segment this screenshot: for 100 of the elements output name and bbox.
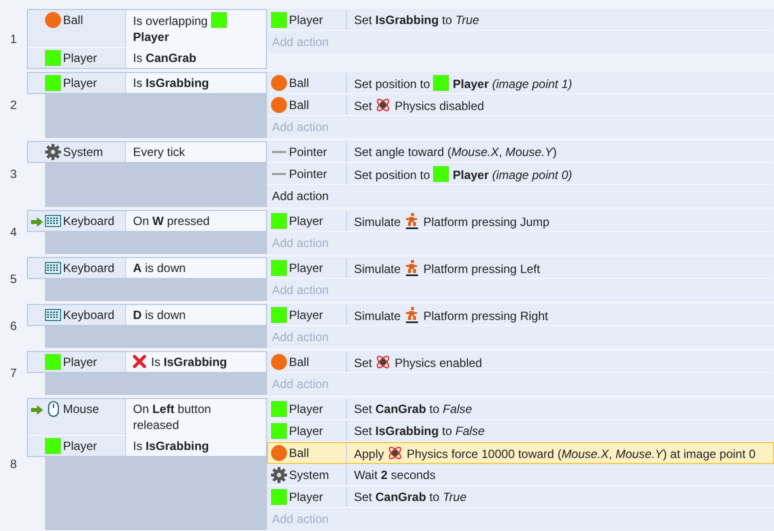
line-icon bbox=[272, 173, 286, 175]
object-name: Player bbox=[289, 307, 324, 323]
condition-text: D is down bbox=[133, 308, 186, 322]
object-name: Player bbox=[289, 401, 324, 417]
action-text: Set Physics enabled bbox=[354, 356, 482, 370]
action-text: Set Physics disabled bbox=[354, 99, 484, 113]
action-text: Set IsGrabbing to True bbox=[354, 13, 480, 27]
ball-icon bbox=[271, 354, 287, 370]
object-name: Ball bbox=[289, 97, 310, 113]
action-row[interactable]: Ball Set Physics disabled bbox=[267, 94, 774, 116]
trigger-arrow-icon bbox=[30, 217, 42, 227]
action-row[interactable]: Player Simulate Platform pressing Left bbox=[267, 257, 774, 279]
ball-icon bbox=[271, 445, 287, 461]
keyboard-icon bbox=[45, 309, 61, 321]
object-name: Player bbox=[289, 12, 324, 28]
condition-text: On W pressed bbox=[133, 214, 210, 228]
sprite-icon bbox=[271, 12, 287, 28]
event-number: 5 bbox=[9, 271, 18, 288]
keyboard-icon bbox=[45, 215, 61, 227]
action-row[interactable]: Player Set CanGrab to True bbox=[267, 486, 774, 508]
sprite-icon bbox=[271, 401, 287, 417]
action-row[interactable]: Ball Apply Physics force 10000 toward (Mouse.X, Mouse.Y) at image point 0 bbox=[267, 442, 774, 464]
object-name: Player bbox=[289, 213, 324, 229]
object-name: Player bbox=[63, 75, 98, 91]
action-row[interactable]: Player Set IsGrabbing to True bbox=[267, 9, 774, 31]
action-text: Simulate Platform pressing Right bbox=[354, 309, 548, 323]
action-row[interactable]: Pointer Set position to Player (image point 0) bbox=[267, 163, 774, 185]
atom-icon bbox=[375, 354, 392, 370]
ball-icon bbox=[271, 75, 287, 91]
object-name: Ball bbox=[289, 75, 310, 91]
running-figure-icon bbox=[404, 213, 420, 229]
sprite-icon bbox=[45, 50, 61, 66]
object-name: Player bbox=[63, 438, 98, 454]
object-name: Ball bbox=[289, 445, 310, 461]
condition-text: Is IsGrabbing bbox=[133, 439, 210, 453]
event-number: 8 bbox=[9, 456, 18, 473]
condition-block[interactable]: Mouse On Left button released Player Is IsGrabbing bbox=[27, 398, 267, 457]
keyboard-icon bbox=[45, 262, 61, 274]
action-text: Simulate Platform pressing Jump bbox=[354, 215, 550, 229]
object-name: Keyboard bbox=[63, 307, 114, 323]
action-row[interactable]: Pointer Set angle toward (Mouse.X, Mouse.Y) bbox=[267, 141, 774, 163]
condition-text: Is CanGrab bbox=[133, 51, 196, 65]
sprite-icon bbox=[433, 166, 450, 182]
condition-text: Is IsGrabbing bbox=[133, 76, 210, 90]
event-number: 4 bbox=[9, 224, 18, 241]
object-name: Keyboard bbox=[63, 260, 114, 276]
sprite-icon bbox=[45, 354, 61, 370]
action-row[interactable]: Ball Set Physics enabled bbox=[267, 351, 774, 373]
object-name: Pointer bbox=[289, 166, 328, 182]
action-row[interactable]: Player Simulate Platform pressing Right bbox=[267, 304, 774, 326]
mouse-icon bbox=[48, 401, 59, 417]
invert-cross-icon bbox=[133, 355, 146, 368]
condition-text: Every tick bbox=[133, 145, 186, 159]
action-text: Wait 2 seconds bbox=[354, 468, 436, 482]
object-name: System bbox=[289, 467, 330, 483]
sprite-icon bbox=[271, 307, 287, 323]
event-number: 2 bbox=[9, 97, 18, 114]
running-figure-icon bbox=[404, 307, 420, 323]
action-row[interactable]: Player Set CanGrab to False bbox=[267, 398, 774, 420]
object-name: Player bbox=[289, 489, 324, 505]
object-name: System bbox=[63, 144, 104, 160]
object-name: Keyboard bbox=[63, 213, 114, 229]
object-name: Pointer bbox=[289, 144, 328, 160]
sprite-icon bbox=[45, 75, 61, 91]
event-number: 7 bbox=[9, 365, 18, 382]
action-row[interactable]: System Wait 2 seconds bbox=[267, 464, 774, 486]
condition-text: On Left button released bbox=[133, 402, 212, 432]
object-name: Mouse bbox=[63, 401, 100, 417]
ball-icon bbox=[45, 12, 61, 28]
condition-block[interactable]: System Every tick bbox=[27, 141, 267, 163]
action-text: Apply Physics force 10000 toward (Mouse.X, Mouse.Y) at image point 0 bbox=[354, 447, 756, 461]
event-number: 6 bbox=[9, 318, 18, 335]
running-figure-icon bbox=[404, 260, 420, 276]
object-name: Player bbox=[289, 423, 324, 439]
condition-text: Is overlapping Player bbox=[133, 14, 228, 44]
event-number: 3 bbox=[9, 166, 18, 183]
sprite-icon bbox=[271, 213, 287, 229]
sprite-icon bbox=[271, 423, 287, 439]
condition-block[interactable]: Keyboard On W pressed bbox=[27, 210, 267, 232]
action-row[interactable]: Player Set IsGrabbing to False bbox=[267, 420, 774, 442]
sprite-icon bbox=[211, 12, 228, 28]
condition-block[interactable]: Player Is IsGrabbing bbox=[27, 351, 267, 373]
condition-text: A is down bbox=[133, 261, 186, 275]
condition-block[interactable]: Player Is IsGrabbing bbox=[27, 72, 267, 94]
condition-block[interactable]: Ball Is overlapping Player Player Is CanGrab bbox=[27, 9, 267, 69]
action-text: Set CanGrab to True bbox=[354, 490, 467, 504]
object-name: Player bbox=[289, 260, 324, 276]
condition-block[interactable]: Keyboard A is down bbox=[27, 257, 267, 279]
ball-icon bbox=[271, 97, 287, 113]
action-row[interactable]: Player Simulate Platform pressing Jump bbox=[267, 210, 774, 232]
action-row[interactable]: Ball Set position to Player (image point 1) bbox=[267, 72, 774, 94]
atom-icon bbox=[387, 445, 404, 461]
sprite-icon bbox=[45, 438, 61, 454]
action-text: Set angle toward (Mouse.X, Mouse.Y) bbox=[354, 145, 557, 159]
action-text: Set CanGrab to False bbox=[354, 402, 472, 416]
gear-icon bbox=[45, 144, 61, 160]
trigger-arrow-icon bbox=[30, 405, 42, 415]
condition-block[interactable]: Keyboard D is down bbox=[27, 304, 267, 326]
event-number: 1 bbox=[9, 31, 18, 48]
gear-icon bbox=[271, 467, 287, 483]
